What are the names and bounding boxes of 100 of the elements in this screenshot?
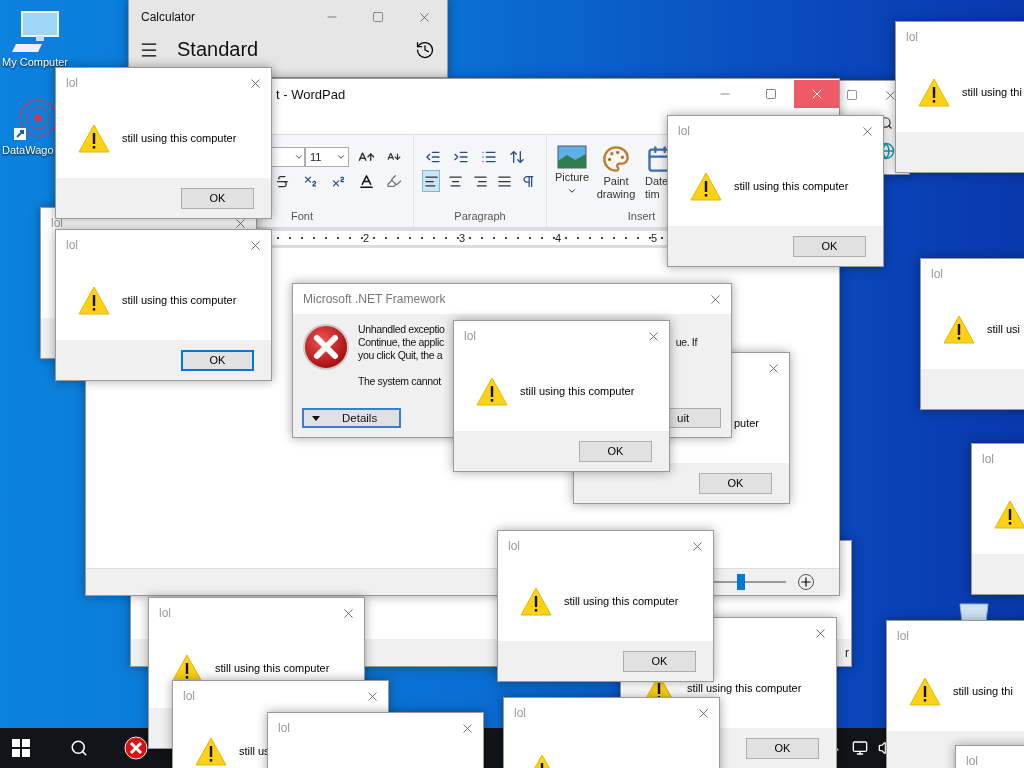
error-icon (302, 323, 350, 371)
windows-logo-icon[interactable] (12, 739, 30, 757)
warning-icon (476, 376, 508, 406)
details-button[interactable]: Details (302, 408, 401, 428)
quit-button[interactable]: uit (668, 408, 721, 428)
ruler-number: 3 (457, 231, 467, 245)
ok-button[interactable]: OK (746, 737, 819, 759)
dialog-title: lol (966, 754, 978, 768)
maximize-icon[interactable] (372, 11, 384, 23)
warning-icon (690, 171, 722, 201)
maximize-icon[interactable] (765, 88, 777, 100)
dialog-message: still using thi (953, 685, 1013, 697)
zoom-in-icon[interactable] (798, 574, 814, 590)
error-message: ue. If (675, 336, 697, 349)
dialog-message: puter (733, 417, 759, 429)
window-title: Calculator (141, 10, 197, 24)
dialog-title: lol (66, 238, 78, 252)
dialog-title: lol (464, 329, 476, 343)
maximize-icon[interactable] (846, 89, 858, 101)
error-message: Continue, the applic (358, 336, 444, 349)
dialog-title: lol (278, 721, 290, 735)
dialog-title: lol (897, 629, 909, 643)
dialog-title: lol (678, 124, 690, 138)
dialog-message: still using this computer (734, 180, 849, 192)
dialog-message: still using this computer (122, 132, 237, 144)
error-message: Unhandled exceptio (358, 323, 445, 336)
picture-icon (557, 145, 587, 169)
ok-button[interactable]: OK (699, 472, 772, 494)
ruler-number: 5 (649, 231, 659, 245)
dialog-message: still using this computer (687, 682, 802, 694)
ok-button[interactable]: OK (623, 650, 696, 672)
group-label: Insert (627, 210, 656, 224)
mode-title: Standard (177, 38, 260, 61)
palette-icon (602, 145, 630, 173)
dialog-message: still using this computer (122, 294, 237, 306)
caret-icon (336, 152, 346, 162)
dialog-title: lol (508, 539, 520, 553)
dialog-title: lol (514, 706, 526, 720)
superscript-icon[interactable] (330, 173, 346, 189)
subscript-icon[interactable] (302, 173, 318, 189)
warning-icon (943, 314, 975, 344)
warning-icon (195, 736, 227, 766)
strikethrough-icon[interactable] (274, 173, 290, 189)
warning-icon (909, 676, 941, 706)
desktop-icon-label[interactable]: My Computer (0, 56, 69, 68)
line-spacing-icon[interactable] (509, 149, 525, 165)
dialog-title: Microsoft .NET Framework (303, 292, 446, 306)
dialog-message: still using this computer (215, 662, 330, 674)
list-icon[interactable] (481, 149, 497, 165)
insert-button-label[interactable]: Paint drawing (595, 175, 637, 201)
indent-decrease-icon[interactable] (425, 149, 441, 165)
dialog-title: lol (906, 30, 918, 44)
error-message: The system cannot (358, 375, 441, 388)
ok-button[interactable]: OK (181, 187, 254, 209)
font-size-field[interactable]: 11 (305, 147, 349, 167)
indent-increase-icon[interactable] (453, 149, 469, 165)
computer-icon[interactable] (12, 10, 62, 54)
dialog-message: still usi (987, 323, 1020, 335)
ruler-number: 2 (361, 231, 371, 245)
caret-icon[interactable] (567, 186, 577, 196)
align-center-icon (448, 173, 464, 189)
dialog-title: lol (51, 216, 63, 230)
align-right-icon (472, 173, 488, 189)
error-app-icon[interactable] (124, 736, 148, 760)
status-text: r (845, 645, 849, 660)
ok-button[interactable]: OK (793, 235, 866, 257)
caret-icon (312, 415, 320, 421)
warning-icon (520, 586, 552, 616)
network-icon[interactable] (852, 740, 868, 756)
ok-button[interactable]: OK (579, 440, 652, 462)
slider-thumb[interactable] (737, 574, 745, 590)
warning-icon (994, 499, 1024, 529)
caret-icon (294, 152, 304, 162)
history-icon[interactable] (415, 39, 435, 60)
ruler-number: 4 (553, 231, 563, 245)
dialog-title: lol (66, 76, 78, 90)
group-label: Font (291, 210, 314, 224)
dialog-message: still using thi (962, 86, 1022, 98)
font-color-icon[interactable] (357, 172, 375, 190)
ok-button[interactable]: OK (181, 349, 254, 371)
warning-icon (78, 123, 110, 153)
warning-icon (78, 285, 110, 315)
window-title: t - WordPad (275, 86, 347, 102)
warning-icon (918, 77, 950, 107)
dialog-message: still using this computer (564, 595, 679, 607)
search-icon[interactable] (70, 739, 88, 757)
align-left-icon (423, 173, 439, 189)
dialog-title: lol (183, 689, 195, 703)
error-message: you click Quit, the a (358, 349, 443, 362)
insert-button-label[interactable]: Picture (554, 171, 590, 184)
justify-icon (496, 173, 512, 189)
dialog-title: lol (931, 267, 943, 281)
desktop-icon-label[interactable]: DataWago (0, 144, 54, 156)
group-label: Paragraph (454, 210, 506, 224)
align-button[interactable] (422, 170, 441, 192)
dialog-title: lol (159, 606, 171, 620)
dialog-title: lol (982, 452, 994, 466)
paragraph-icon[interactable] (521, 173, 537, 189)
highlighter-icon[interactable] (386, 173, 402, 189)
dialog-message: still using this computer (520, 385, 635, 397)
